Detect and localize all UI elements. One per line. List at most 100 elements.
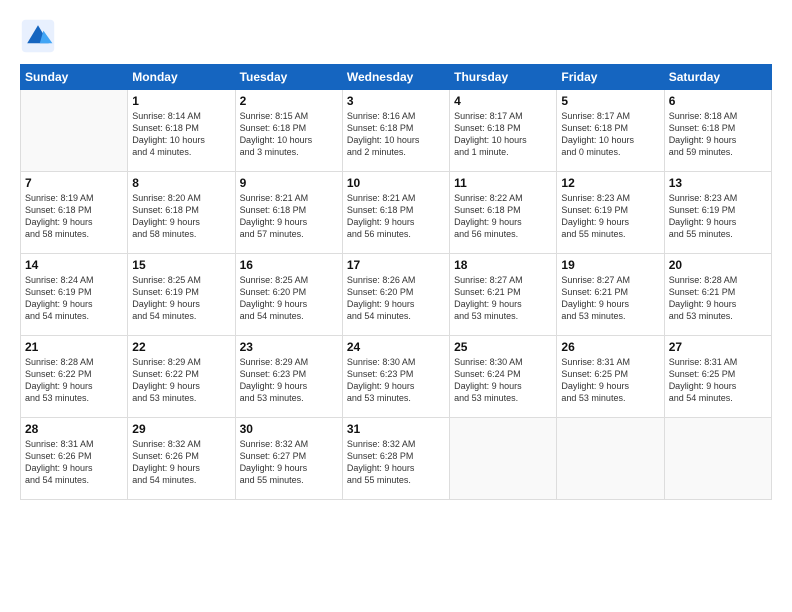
calendar-cell: 13 Sunrise: 8:23 AM Sunset: 6:19 PM Dayli… <box>664 172 771 254</box>
day-info: Sunrise: 8:30 AM Sunset: 6:24 PM Dayligh… <box>454 356 552 405</box>
header-row: SundayMondayTuesdayWednesdayThursdayFrid… <box>21 65 772 90</box>
calendar-cell: 28Sunrise: 8:31 AM Sunset: 6:26 PM Dayli… <box>21 418 128 500</box>
header <box>20 18 772 54</box>
day-info: Sunrise: 8:31 AM Sunset: 6:25 PM Dayligh… <box>669 356 767 405</box>
page: SundayMondayTuesdayWednesdayThursdayFrid… <box>0 0 792 612</box>
day-number: 14 <box>25 258 123 272</box>
calendar-cell: 26Sunrise: 8:31 AM Sunset: 6:25 PM Dayli… <box>557 336 664 418</box>
day-info: Sunrise: 8:14 AM Sunset: 6:18 PM Dayligh… <box>132 110 230 159</box>
calendar-cell <box>557 418 664 500</box>
day-number: 24 <box>347 340 445 354</box>
day-info: Sunrise: 8:21 AM Sunset: 6:18 PM Dayligh… <box>240 192 338 241</box>
calendar-cell <box>664 418 771 500</box>
day-info: Sunrise: 8:32 AM Sunset: 6:26 PM Dayligh… <box>132 438 230 487</box>
day-number: 27 <box>669 340 767 354</box>
day-info: Sunrise: 8:22 AM Sunset: 6:18 PM Dayligh… <box>454 192 552 241</box>
day-info: Sunrise: 8:16 AM Sunset: 6:18 PM Dayligh… <box>347 110 445 159</box>
day-info: Sunrise: 8:20 AM Sunset: 6:18 PM Dayligh… <box>132 192 230 241</box>
day-number: 21 <box>25 340 123 354</box>
calendar-cell: 4 Sunrise: 8:17 AM Sunset: 6:18 PM Daylig… <box>450 90 557 172</box>
week-row-1: 1Sunrise: 8:14 AM Sunset: 6:18 PM Daylig… <box>21 90 772 172</box>
day-number: 18 <box>454 258 552 272</box>
calendar-cell: 31 Sunrise: 8:32 AM Sunset: 6:28 PM Dayli… <box>342 418 449 500</box>
day-info: Sunrise: 8:31 AM Sunset: 6:26 PM Dayligh… <box>25 438 123 487</box>
header-day-tuesday: Tuesday <box>235 65 342 90</box>
day-number: 20 <box>669 258 767 272</box>
day-info: Sunrise: 8:24 AM Sunset: 6:19 PM Dayligh… <box>25 274 123 323</box>
day-number: 25 <box>454 340 552 354</box>
calendar-cell: 17 Sunrise: 8:26 AM Sunset: 6:20 PM Dayli… <box>342 254 449 336</box>
day-info: Sunrise: 8:27 AM Sunset: 6:21 PM Dayligh… <box>454 274 552 323</box>
week-row-2: 7Sunrise: 8:19 AM Sunset: 6:18 PM Daylig… <box>21 172 772 254</box>
calendar-body: 1Sunrise: 8:14 AM Sunset: 6:18 PM Daylig… <box>21 90 772 500</box>
day-number: 19 <box>561 258 659 272</box>
day-info: Sunrise: 8:15 AM Sunset: 6:18 PM Dayligh… <box>240 110 338 159</box>
day-info: Sunrise: 8:26 AM Sunset: 6:20 PM Dayligh… <box>347 274 445 323</box>
calendar-cell: 22 Sunrise: 8:29 AM Sunset: 6:22 PM Dayli… <box>128 336 235 418</box>
calendar-cell: 21 Sunrise: 8:28 AM Sunset: 6:22 PM Dayli… <box>21 336 128 418</box>
calendar-cell: 9 Sunrise: 8:21 AM Sunset: 6:18 PM Daylig… <box>235 172 342 254</box>
day-number: 11 <box>454 176 552 190</box>
day-number: 3 <box>347 94 445 108</box>
calendar-cell: 18 Sunrise: 8:27 AM Sunset: 6:21 PM Dayli… <box>450 254 557 336</box>
calendar-cell: 15Sunrise: 8:25 AM Sunset: 6:19 PM Dayli… <box>128 254 235 336</box>
day-number: 8 <box>132 176 230 190</box>
calendar: SundayMondayTuesdayWednesdayThursdayFrid… <box>20 64 772 500</box>
day-info: Sunrise: 8:25 AM Sunset: 6:20 PM Dayligh… <box>240 274 338 323</box>
day-info: Sunrise: 8:28 AM Sunset: 6:21 PM Dayligh… <box>669 274 767 323</box>
day-info: Sunrise: 8:19 AM Sunset: 6:18 PM Dayligh… <box>25 192 123 241</box>
calendar-cell: 30Sunrise: 8:32 AM Sunset: 6:27 PM Dayli… <box>235 418 342 500</box>
day-info: Sunrise: 8:17 AM Sunset: 6:18 PM Dayligh… <box>454 110 552 159</box>
header-day-wednesday: Wednesday <box>342 65 449 90</box>
calendar-cell: 16 Sunrise: 8:25 AM Sunset: 6:20 PM Dayli… <box>235 254 342 336</box>
day-info: Sunrise: 8:32 AM Sunset: 6:28 PM Dayligh… <box>347 438 445 487</box>
day-number: 30 <box>240 422 338 436</box>
calendar-cell: 12Sunrise: 8:23 AM Sunset: 6:19 PM Dayli… <box>557 172 664 254</box>
logo <box>20 18 62 54</box>
day-info: Sunrise: 8:29 AM Sunset: 6:23 PM Dayligh… <box>240 356 338 405</box>
day-info: Sunrise: 8:23 AM Sunset: 6:19 PM Dayligh… <box>669 192 767 241</box>
day-number: 31 <box>347 422 445 436</box>
day-info: Sunrise: 8:27 AM Sunset: 6:21 PM Dayligh… <box>561 274 659 323</box>
calendar-cell: 3 Sunrise: 8:16 AM Sunset: 6:18 PM Daylig… <box>342 90 449 172</box>
week-row-3: 14 Sunrise: 8:24 AM Sunset: 6:19 PM Dayli… <box>21 254 772 336</box>
calendar-cell: 1Sunrise: 8:14 AM Sunset: 6:18 PM Daylig… <box>128 90 235 172</box>
logo-icon <box>20 18 56 54</box>
calendar-cell: 8 Sunrise: 8:20 AM Sunset: 6:18 PM Daylig… <box>128 172 235 254</box>
day-number: 22 <box>132 340 230 354</box>
header-day-monday: Monday <box>128 65 235 90</box>
calendar-cell: 24 Sunrise: 8:30 AM Sunset: 6:23 PM Dayli… <box>342 336 449 418</box>
header-day-friday: Friday <box>557 65 664 90</box>
day-number: 5 <box>561 94 659 108</box>
day-number: 13 <box>669 176 767 190</box>
day-number: 2 <box>240 94 338 108</box>
day-info: Sunrise: 8:29 AM Sunset: 6:22 PM Dayligh… <box>132 356 230 405</box>
day-info: Sunrise: 8:21 AM Sunset: 6:18 PM Dayligh… <box>347 192 445 241</box>
day-number: 15 <box>132 258 230 272</box>
day-number: 29 <box>132 422 230 436</box>
calendar-cell: 29 Sunrise: 8:32 AM Sunset: 6:26 PM Dayli… <box>128 418 235 500</box>
day-number: 9 <box>240 176 338 190</box>
header-day-thursday: Thursday <box>450 65 557 90</box>
calendar-cell: 23Sunrise: 8:29 AM Sunset: 6:23 PM Dayli… <box>235 336 342 418</box>
day-number: 4 <box>454 94 552 108</box>
calendar-cell: 27 Sunrise: 8:31 AM Sunset: 6:25 PM Dayli… <box>664 336 771 418</box>
calendar-cell: 14 Sunrise: 8:24 AM Sunset: 6:19 PM Dayli… <box>21 254 128 336</box>
calendar-cell: 6Sunrise: 8:18 AM Sunset: 6:18 PM Daylig… <box>664 90 771 172</box>
calendar-cell: 7Sunrise: 8:19 AM Sunset: 6:18 PM Daylig… <box>21 172 128 254</box>
day-number: 17 <box>347 258 445 272</box>
day-info: Sunrise: 8:30 AM Sunset: 6:23 PM Dayligh… <box>347 356 445 405</box>
calendar-cell: 25 Sunrise: 8:30 AM Sunset: 6:24 PM Dayli… <box>450 336 557 418</box>
week-row-5: 28Sunrise: 8:31 AM Sunset: 6:26 PM Dayli… <box>21 418 772 500</box>
day-info: Sunrise: 8:28 AM Sunset: 6:22 PM Dayligh… <box>25 356 123 405</box>
day-info: Sunrise: 8:23 AM Sunset: 6:19 PM Dayligh… <box>561 192 659 241</box>
calendar-cell: 11 Sunrise: 8:22 AM Sunset: 6:18 PM Dayli… <box>450 172 557 254</box>
day-number: 16 <box>240 258 338 272</box>
calendar-cell <box>450 418 557 500</box>
header-day-saturday: Saturday <box>664 65 771 90</box>
day-info: Sunrise: 8:31 AM Sunset: 6:25 PM Dayligh… <box>561 356 659 405</box>
week-row-4: 21 Sunrise: 8:28 AM Sunset: 6:22 PM Dayli… <box>21 336 772 418</box>
calendar-header: SundayMondayTuesdayWednesdayThursdayFrid… <box>21 65 772 90</box>
calendar-cell: 19 Sunrise: 8:27 AM Sunset: 6:21 PM Dayli… <box>557 254 664 336</box>
day-number: 6 <box>669 94 767 108</box>
